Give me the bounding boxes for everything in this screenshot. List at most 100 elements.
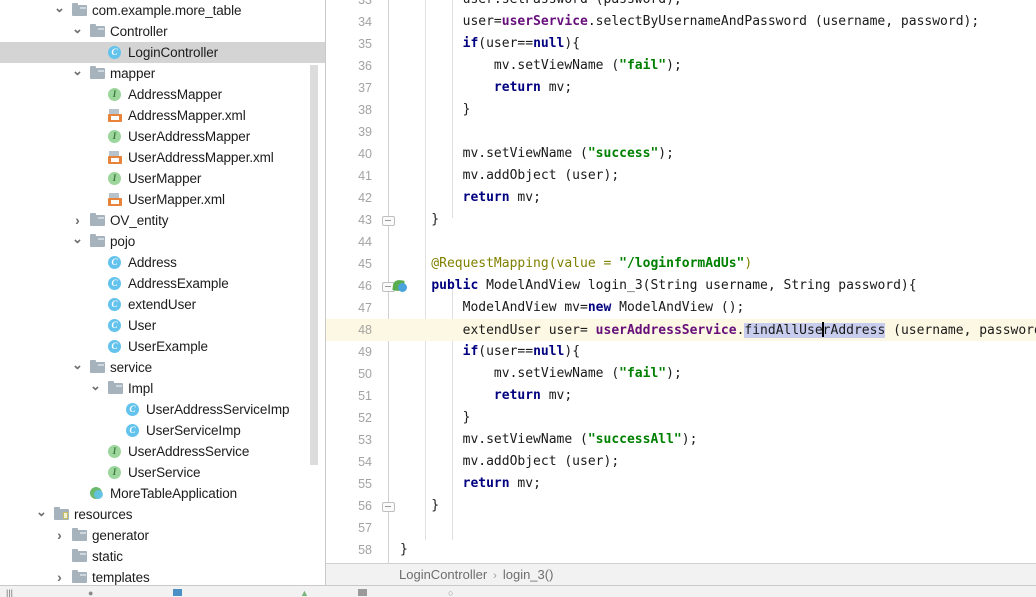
tree-item-usermapper-xml[interactable]: UserMapper.xml bbox=[0, 189, 325, 210]
tree-item-address[interactable]: C Address bbox=[0, 252, 325, 273]
bottom-tool-5-icon[interactable] bbox=[358, 589, 367, 596]
tree-item-userservice[interactable]: I UserService bbox=[0, 462, 325, 483]
tree-item-label: UserMapper.xml bbox=[128, 192, 225, 207]
code-line[interactable]: 43 } bbox=[326, 209, 1036, 231]
code-line[interactable]: 56 } bbox=[326, 495, 1036, 517]
tree-item-label: extendUser bbox=[128, 297, 197, 312]
tree-item-addressmapper-xml[interactable]: AddressMapper.xml bbox=[0, 105, 325, 126]
code-line[interactable]: 34 user=userService.selectByUsernameAndP… bbox=[326, 11, 1036, 33]
line-number: 54 bbox=[358, 455, 372, 469]
tree-item-mapper[interactable]: mapper bbox=[0, 63, 325, 84]
tree-item-userserviceimp[interactable]: C UserServiceImp bbox=[0, 420, 325, 441]
code-line[interactable]: 40 mv.setViewName ("success"); bbox=[326, 143, 1036, 165]
class-icon: C bbox=[126, 399, 142, 420]
tree-item-useraddressmapper[interactable]: I UserAddressMapper bbox=[0, 126, 325, 147]
chevron-right-icon[interactable] bbox=[54, 567, 65, 585]
code-line[interactable]: 50 mv.setViewName ("fail"); bbox=[326, 363, 1036, 385]
tree-item-label: AddressMapper.xml bbox=[128, 108, 246, 123]
breadcrumb[interactable]: LoginController › login_3() bbox=[399, 564, 553, 586]
interface-icon: I bbox=[108, 84, 124, 105]
code-line[interactable]: 58} bbox=[326, 539, 1036, 561]
code-line[interactable]: 55 return mv; bbox=[326, 473, 1036, 495]
code-line[interactable]: 42 return mv; bbox=[326, 187, 1036, 209]
tree-item-resources[interactable]: resources bbox=[0, 504, 325, 525]
tree-item-controller[interactable]: Controller bbox=[0, 21, 325, 42]
code-line[interactable]: 49 if(user==null){ bbox=[326, 341, 1036, 363]
code-text: mv.setViewName ("successAll"); bbox=[400, 432, 698, 447]
chevron-down-icon[interactable] bbox=[54, 0, 65, 21]
tree-item-label: AddressMapper bbox=[128, 87, 222, 102]
code-editor[interactable]: 33 user.setPassword (password);34 user=u… bbox=[326, 0, 1036, 563]
code-line[interactable]: 48 extendUser user= userAddressService.f… bbox=[326, 319, 1036, 341]
tree-item-useraddressserviceimp[interactable]: C UserAddressServiceImp bbox=[0, 399, 325, 420]
breadcrumb-bar: LoginController › login_3() bbox=[326, 563, 1036, 586]
code-text: } bbox=[400, 102, 471, 117]
tree-item-label: UserServiceImp bbox=[146, 423, 241, 438]
breadcrumb-item[interactable]: LoginController bbox=[399, 567, 487, 582]
tree-item-addressexample[interactable]: C AddressExample bbox=[0, 273, 325, 294]
tree-item-generator[interactable]: generator bbox=[0, 525, 325, 546]
code-line[interactable]: 52 } bbox=[326, 407, 1036, 429]
tree-item-extenduser[interactable]: CextendUser bbox=[0, 294, 325, 315]
code-line[interactable]: 45 @RequestMapping(value = "/loginformAd… bbox=[326, 253, 1036, 275]
interface-icon: I bbox=[108, 126, 124, 147]
tree-item-service[interactable]: service bbox=[0, 357, 325, 378]
tree-item-static[interactable]: static bbox=[0, 546, 325, 567]
code-line[interactable]: 44 bbox=[326, 231, 1036, 253]
chevron-down-icon[interactable] bbox=[90, 378, 101, 399]
tree-item-templates[interactable]: templates bbox=[0, 567, 325, 585]
tree-item-addressmapper[interactable]: I AddressMapper bbox=[0, 84, 325, 105]
bottom-tool-3-icon[interactable] bbox=[173, 589, 182, 596]
line-number: 40 bbox=[358, 147, 372, 161]
tree-item-moretableapplication[interactable]: MoreTableApplication bbox=[0, 483, 325, 504]
fold-toggle-icon[interactable] bbox=[382, 209, 396, 231]
chevron-down-icon[interactable] bbox=[72, 357, 83, 378]
fold-toggle-icon[interactable] bbox=[382, 495, 396, 517]
tree-item-label: resources bbox=[74, 507, 133, 522]
tree-item-usermapper[interactable]: I UserMapper bbox=[0, 168, 325, 189]
code-line[interactable]: 36 mv.setViewName ("fail"); bbox=[326, 55, 1036, 77]
class-icon: C bbox=[108, 252, 124, 273]
tree-item-useraddressservice[interactable]: I UserAddressService bbox=[0, 441, 325, 462]
sidebar-scrollbar-track[interactable] bbox=[310, 65, 318, 465]
bottom-toolbar-strip[interactable]: ||| ● ▲ ○ bbox=[0, 585, 1036, 597]
tree-item-user[interactable]: C User bbox=[0, 315, 325, 336]
tree-item-label: MoreTableApplication bbox=[110, 486, 238, 501]
line-number: 49 bbox=[358, 345, 372, 359]
chevron-down-icon[interactable] bbox=[72, 63, 83, 84]
class-icon: C bbox=[126, 420, 142, 441]
chevron-down-icon[interactable] bbox=[36, 504, 47, 525]
code-line[interactable]: 47 ModelAndView mv=new ModelAndView (); bbox=[326, 297, 1036, 319]
chevron-right-icon[interactable] bbox=[72, 210, 83, 231]
tree-item-useraddressmapper-xml[interactable]: UserAddressMapper.xml bbox=[0, 147, 325, 168]
code-line[interactable]: 41 mv.addObject (user); bbox=[326, 165, 1036, 187]
code-line[interactable]: 46 public ModelAndView login_3(String us… bbox=[326, 275, 1036, 297]
class-icon: C bbox=[108, 273, 124, 294]
code-line[interactable]: 53 mv.setViewName ("successAll"); bbox=[326, 429, 1036, 451]
tree-item-userexample[interactable]: C UserExample bbox=[0, 336, 325, 357]
code-text: user=userService.selectByUsernameAndPass… bbox=[400, 14, 980, 29]
interface-icon: I bbox=[108, 441, 124, 462]
tree-item-impl[interactable]: Impl bbox=[0, 378, 325, 399]
code-line[interactable]: 38 } bbox=[326, 99, 1036, 121]
chevron-down-icon[interactable] bbox=[72, 21, 83, 42]
code-line[interactable]: 37 return mv; bbox=[326, 77, 1036, 99]
chevron-down-icon[interactable] bbox=[72, 231, 83, 252]
code-line[interactable]: 57 bbox=[326, 517, 1036, 539]
line-number: 52 bbox=[358, 411, 372, 425]
code-line[interactable]: 35 if(user==null){ bbox=[326, 33, 1036, 55]
tree-item-pojo[interactable]: pojo bbox=[0, 231, 325, 252]
chevron-right-icon[interactable] bbox=[54, 525, 65, 546]
tree-item-ov-entity[interactable]: OV_entity bbox=[0, 210, 325, 231]
code-line[interactable]: 54 mv.addObject (user); bbox=[326, 451, 1036, 473]
tree-item-com-example-more-table[interactable]: com.example.more_table bbox=[0, 0, 325, 21]
tree-item-logincontroller[interactable]: C LoginController bbox=[0, 42, 325, 63]
code-line[interactable]: 51 return mv; bbox=[326, 385, 1036, 407]
code-line[interactable]: 33 user.setPassword (password); bbox=[326, 0, 1036, 11]
code-line[interactable]: 39 bbox=[326, 121, 1036, 143]
sidebar-scrollbar-thumb[interactable] bbox=[310, 65, 318, 465]
breadcrumb-item[interactable]: login_3() bbox=[503, 567, 554, 582]
tree-item-label: UserMapper bbox=[128, 171, 202, 186]
project-tree-panel[interactable]: com.example.more_table Controller C LoginCo… bbox=[0, 0, 326, 585]
code-text: mv.setViewName ("fail"); bbox=[400, 58, 682, 73]
